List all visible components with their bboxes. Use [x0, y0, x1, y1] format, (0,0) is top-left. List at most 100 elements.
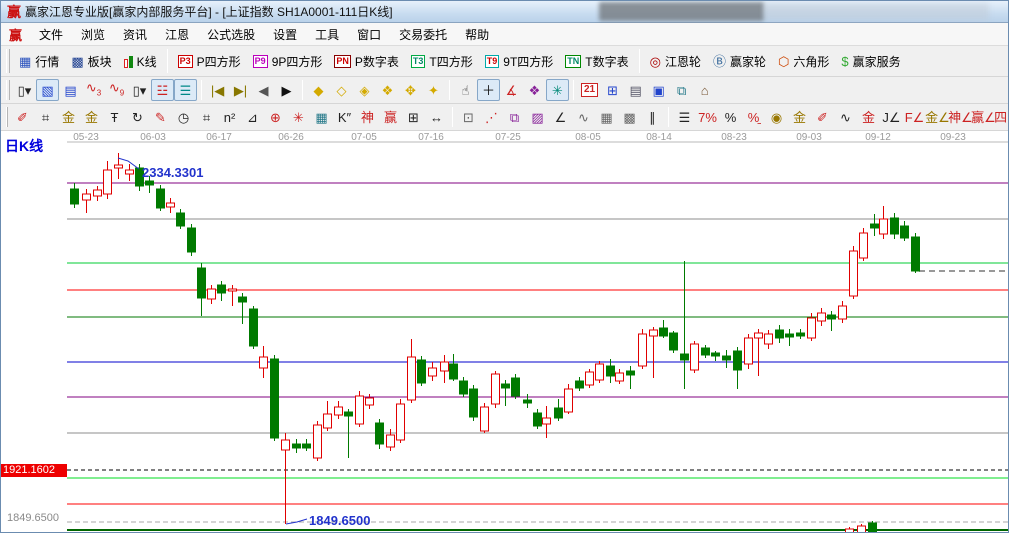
gold-angle-button[interactable]: 金∠: [926, 106, 949, 128]
chart-3-button[interactable]: ∿3: [82, 79, 105, 101]
zoom-right-diamond-button[interactable]: ◇: [330, 79, 353, 101]
menu-item-7[interactable]: 工具: [306, 23, 348, 46]
grid-123-button[interactable]: ⊞: [402, 106, 425, 128]
color-grid-button[interactable]: ▦: [310, 106, 333, 128]
hexagon-button[interactable]: ⬡六角形: [772, 51, 835, 72]
fan-lines-button[interactable]: ⋰: [480, 106, 503, 128]
pattern-table-button[interactable]: ☳: [151, 79, 174, 101]
shen-angle-button[interactable]: 神∠: [949, 106, 972, 128]
chart-area[interactable]: 日K线 05-2306-0306-1706-2607-0507-1607-250…: [1, 131, 1009, 533]
info-panel-button[interactable]: ▤: [59, 79, 82, 101]
f-ruler-button[interactable]: Ŧ: [103, 106, 126, 128]
percent-7-button[interactable]: 7%: [696, 106, 719, 128]
gann-shape-tool-button[interactable]: ❖: [523, 79, 546, 101]
hand-tool-button[interactable]: ☝: [454, 79, 477, 101]
menu-item-4[interactable]: 江恩: [156, 23, 198, 46]
gold-line-button[interactable]: 金: [788, 106, 811, 128]
width-tool-button[interactable]: ↔: [425, 106, 448, 128]
frame-tool-button[interactable]: ⊡: [457, 106, 480, 128]
menu-item-6[interactable]: 设置: [264, 23, 306, 46]
full-view-diamond-button[interactable]: ✦: [422, 79, 445, 101]
volume-profile-button[interactable]: ☰: [174, 79, 197, 101]
p-square-button[interactable]: P3P四方形: [172, 51, 247, 72]
percent-line-button[interactable]: %̱: [742, 106, 765, 128]
smart-analysis-button[interactable]: ✳: [546, 79, 569, 101]
ying-tool-button[interactable]: 赢: [379, 106, 402, 128]
quotes-button[interactable]: ▦行情: [13, 51, 65, 72]
candlestick-plot[interactable]: [1, 131, 1009, 533]
percent-button[interactable]: %: [719, 106, 742, 128]
parallel-lines-button[interactable]: ∥: [641, 106, 664, 128]
hexagon-icon: ⬡: [778, 55, 789, 68]
workstation-button[interactable]: ⌂: [693, 79, 716, 101]
gann-square-gold-button[interactable]: 金: [57, 106, 80, 128]
t-number-table-button[interactable]: TNT数字表: [559, 51, 634, 72]
kline-button[interactable]: K线: [118, 51, 163, 72]
calculator-button[interactable]: ⊞: [601, 79, 624, 101]
pattern-box-button[interactable]: ▨: [526, 106, 549, 128]
9p-square-button[interactable]: P99P四方形: [247, 51, 329, 72]
9t-square-button[interactable]: T99T四方形: [479, 51, 560, 72]
angle-measure-button[interactable]: ∡: [500, 79, 523, 101]
menu-item-1[interactable]: 文件: [30, 23, 72, 46]
menu-item-8[interactable]: 窗口: [348, 23, 390, 46]
menu-item-5[interactable]: 公式选股: [198, 23, 264, 46]
menu-item-10[interactable]: 帮助: [456, 23, 498, 46]
f-angle-button[interactable]: F∠: [903, 106, 926, 128]
brush-button[interactable]: ✐: [11, 106, 34, 128]
candle-body: [765, 334, 773, 344]
t-square-button[interactable]: T3T四方形: [405, 51, 479, 72]
wave-tool-button[interactable]: ∿: [834, 106, 857, 128]
chart-9-button[interactable]: ∿9: [105, 79, 128, 101]
tick-ruler-button[interactable]: ⌗: [195, 106, 218, 128]
candle-style-dropdown-button[interactable]: ▯▾: [13, 79, 36, 101]
last-bar-button[interactable]: ▶|: [229, 79, 252, 101]
network-button[interactable]: ⧉: [670, 79, 693, 101]
shen-tool-button[interactable]: 神: [356, 106, 379, 128]
zigzag-tool-button[interactable]: ∿: [572, 106, 595, 128]
titlebar[interactable]: 赢 赢家江恩专业版[赢家内部服务平台] - [上证指数 SH1A0001-111…: [1, 1, 1008, 23]
crosshair-circle-button[interactable]: ⊕: [264, 106, 287, 128]
menu-item-9[interactable]: 交易委托: [390, 23, 456, 46]
sectors-button[interactable]: ▩板块: [65, 51, 117, 72]
ying-angle-button[interactable]: 赢∠: [972, 106, 995, 128]
compress-diamond-button[interactable]: ❖: [376, 79, 399, 101]
dot-grid-button[interactable]: ▦: [595, 106, 618, 128]
gann-wheel-button[interactable]: ◎江恩轮: [644, 51, 707, 72]
winner-wheel-button[interactable]: Ⓑ赢家轮: [707, 51, 772, 72]
prev-bar-button[interactable]: ◀: [252, 79, 275, 101]
expand-all-diamond-button[interactable]: ✥: [399, 79, 422, 101]
expand-horizontal-diamond-button[interactable]: ◈: [353, 79, 376, 101]
purple-box-button[interactable]: ⧉: [503, 106, 526, 128]
j-angle-button[interactable]: J∠: [880, 106, 903, 128]
star-tool-button[interactable]: ✳: [287, 106, 310, 128]
calendar-button[interactable]: 21: [578, 79, 601, 101]
next-bar-button[interactable]: ▶: [275, 79, 298, 101]
gold-circle-button[interactable]: ◉: [765, 106, 788, 128]
mark-pen-button[interactable]: ✐: [811, 106, 834, 128]
gann-square-gold-2-button[interactable]: 金: [80, 106, 103, 128]
trend-angle-button[interactable]: ∠: [549, 106, 572, 128]
p-number-table-button[interactable]: PNP数字表: [328, 51, 405, 72]
grid-box-button[interactable]: ▩: [618, 106, 641, 128]
grid-ruler-button[interactable]: ⌗: [34, 106, 57, 128]
candle-settings-dropdown-button[interactable]: ▯▾: [128, 79, 151, 101]
first-bar-button[interactable]: |◀: [206, 79, 229, 101]
spiral-tool-button[interactable]: ↻: [126, 106, 149, 128]
zoom-left-diamond-button[interactable]: ◆: [307, 79, 330, 101]
menu-item-3[interactable]: 资讯: [114, 23, 156, 46]
k-marker-button[interactable]: K″: [333, 106, 356, 128]
save-button[interactable]: ▣: [647, 79, 670, 101]
gold-red-button[interactable]: 金: [857, 106, 880, 128]
menu-item-2[interactable]: 浏览: [72, 23, 114, 46]
n-square-button[interactable]: n²: [218, 106, 241, 128]
map-window-button[interactable]: ▧: [36, 79, 59, 101]
price-bars-button[interactable]: ☰: [673, 106, 696, 128]
winner-service-button[interactable]: $赢家服务: [835, 51, 906, 72]
si-angle-button[interactable]: 四∠: [995, 106, 1009, 128]
time-cycle-button[interactable]: ◷: [172, 106, 195, 128]
pen-tool-button[interactable]: ✎: [149, 106, 172, 128]
angle-ruler-button[interactable]: ⊿: [241, 106, 264, 128]
notes-button[interactable]: ▤: [624, 79, 647, 101]
crosshair-tool-button[interactable]: ＋: [477, 79, 500, 101]
